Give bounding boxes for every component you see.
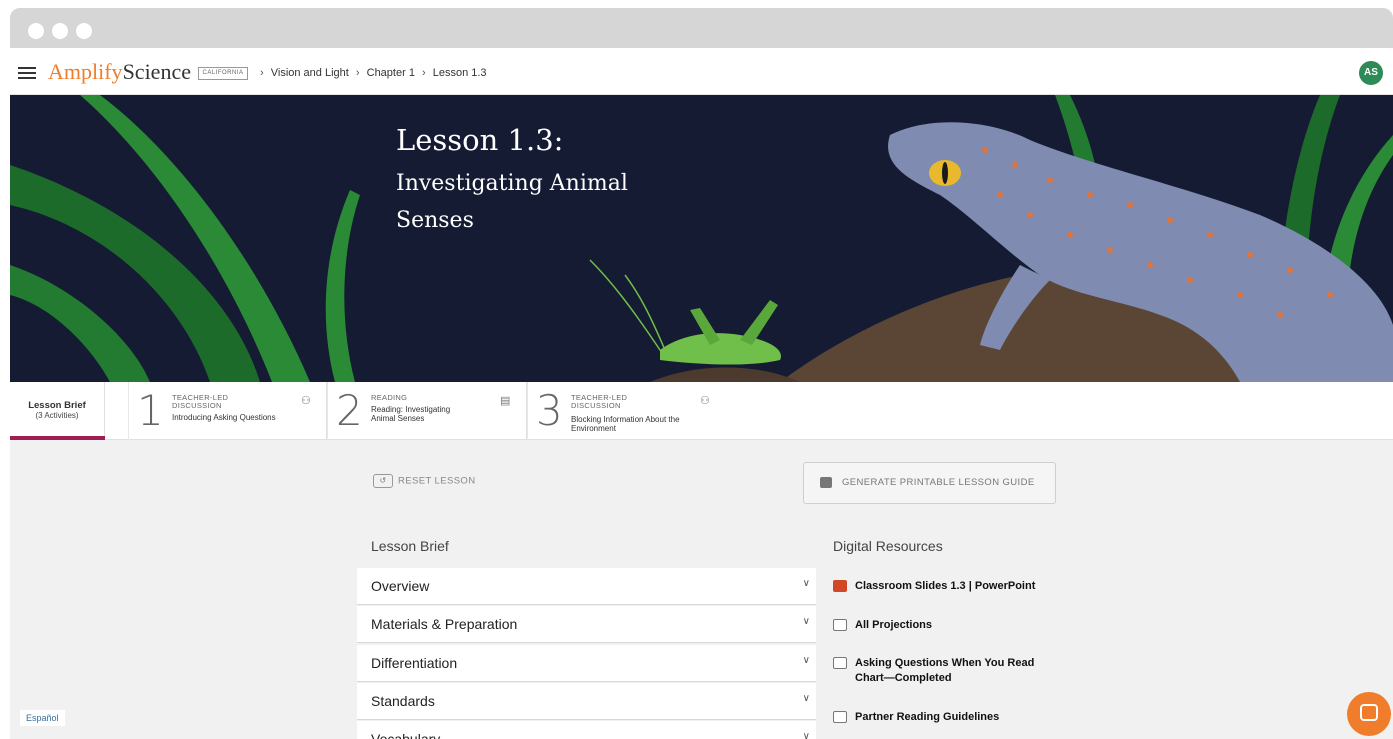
language-toggle-espanol[interactable]: Español — [20, 710, 65, 726]
activity-title: Blocking Information About the Environme… — [571, 415, 680, 433]
hero-illustration — [10, 95, 1393, 382]
accordion-standards[interactable]: Standards ∨ — [357, 683, 816, 720]
accordion-vocabulary[interactable]: Vocabulary ∨ — [357, 721, 816, 739]
accordion-label: Standards — [371, 693, 435, 709]
digital-resources-heading: Digital Resources — [833, 538, 943, 554]
top-navigation: AmplifyScience CALIFORNIA › Vision and L… — [10, 48, 1393, 95]
generate-lesson-guide-label: GENERATE PRINTABLE LESSON GUIDE — [842, 477, 1035, 488]
chat-bubble-icon — [1360, 704, 1378, 721]
reset-lesson-button[interactable]: ↺ RESET LESSON — [373, 474, 475, 488]
activity-type: READING — [371, 393, 408, 402]
activity-type: TEACHER-LED DISCUSSION — [571, 393, 628, 410]
breadcrumb-unit[interactable]: Vision and Light — [271, 67, 349, 79]
tab-lesson-brief-count: (3 Activities) — [35, 411, 79, 420]
browser-window: AmplifyScience CALIFORNIA › Vision and L… — [10, 8, 1393, 739]
resource-label: Partner Reading Guidelines — [855, 711, 1000, 723]
activity-number: 1 — [137, 386, 164, 435]
breadcrumb-separator-icon: › — [422, 67, 426, 79]
teacher-icon: ⚇ — [700, 395, 710, 407]
accordion-materials-preparation[interactable]: Materials & Preparation ∨ — [357, 606, 816, 643]
reset-lesson-label: RESET LESSON — [398, 475, 476, 487]
accordion-overview[interactable]: Overview ∨ — [357, 568, 816, 605]
activity-tabs: Lesson Brief (3 Activities) 1 TEACHER-LE… — [10, 382, 1393, 440]
chevron-down-icon: ∨ — [802, 578, 810, 589]
breadcrumb-lesson: Lesson 1.3 — [432, 67, 487, 79]
lesson-title: Lesson 1.3: — [396, 123, 564, 157]
tab-activity-2[interactable]: 2 READING Reading: Investigating Animal … — [327, 382, 527, 440]
hamburger-menu-icon[interactable] — [18, 67, 36, 79]
tab-activity-3[interactable]: 3 TEACHER-LED DISCUSSION Blocking Inform… — [527, 382, 727, 440]
accordion-differentiation[interactable]: Differentiation ∨ — [357, 645, 816, 682]
activity-number: 2 — [336, 386, 363, 435]
chevron-down-icon: ∨ — [802, 731, 810, 739]
resource-label: All Projections — [855, 619, 933, 631]
chevron-down-icon: ∨ — [802, 693, 810, 704]
logo-science-text: Science — [122, 59, 191, 84]
reset-icon: ↺ — [373, 474, 393, 488]
chevron-down-icon: ∨ — [802, 655, 810, 666]
breadcrumb-chapter[interactable]: Chapter 1 — [367, 67, 415, 79]
breadcrumb: › Vision and Light › Chapter 1 › Lesson … — [256, 66, 487, 80]
breadcrumb-separator-icon: › — [355, 67, 360, 79]
accordion-label: Differentiation — [371, 655, 458, 671]
window-titlebar — [10, 8, 1393, 48]
resource-label: Classroom Slides 1.3 | PowerPoint — [855, 580, 1036, 592]
breadcrumb-separator-icon: › — [260, 67, 264, 79]
lesson-content: ↺ RESET LESSON GENERATE PRINTABLE LESSON … — [10, 440, 1393, 739]
projection-icon — [833, 619, 847, 631]
reading-icon: ▤ — [500, 395, 511, 407]
accordion-label: Materials & Preparation — [371, 616, 518, 632]
activity-title: Reading: Investigating Animal Senses — [371, 405, 451, 423]
accordion-label: Vocabulary — [371, 731, 441, 739]
powerpoint-icon — [833, 580, 847, 592]
generate-lesson-guide-button[interactable]: GENERATE PRINTABLE LESSON GUIDE — [803, 462, 1056, 504]
image-icon — [833, 711, 847, 723]
resource-label: Asking Questions When You Read Chart—Com… — [855, 657, 1035, 684]
teacher-icon: ⚇ — [301, 395, 311, 407]
tab-activity-1[interactable]: 1 TEACHER-LED DISCUSSION Introducing Ask… — [128, 382, 327, 440]
lesson-brief-heading: Lesson Brief — [371, 538, 449, 554]
activity-number: 3 — [536, 386, 563, 435]
amplify-science-logo[interactable]: AmplifyScience — [48, 60, 191, 84]
activity-type: TEACHER-LED DISCUSSION — [172, 393, 229, 410]
logo-amplify-text: Amplify — [48, 59, 123, 84]
tab-lesson-brief-label: Lesson Brief — [28, 400, 86, 411]
window-close-dot[interactable] — [28, 23, 44, 39]
chevron-down-icon: ∨ — [802, 616, 810, 627]
user-avatar[interactable]: AS — [1359, 61, 1383, 85]
activity-title: Introducing Asking Questions — [172, 413, 276, 422]
lesson-hero-banner: Lesson 1.3: Investigating Animal Senses — [10, 95, 1393, 382]
chat-support-button[interactable] — [1347, 692, 1391, 736]
lesson-subtitle: Investigating Animal Senses — [396, 171, 628, 233]
accordion-label: Overview — [371, 578, 430, 594]
window-zoom-dot[interactable] — [76, 23, 92, 39]
print-icon — [833, 657, 847, 669]
state-badge: CALIFORNIA — [198, 67, 248, 80]
window-minimize-dot[interactable] — [52, 23, 68, 39]
tab-lesson-brief[interactable]: Lesson Brief (3 Activities) — [10, 382, 105, 440]
printer-icon — [820, 477, 832, 488]
